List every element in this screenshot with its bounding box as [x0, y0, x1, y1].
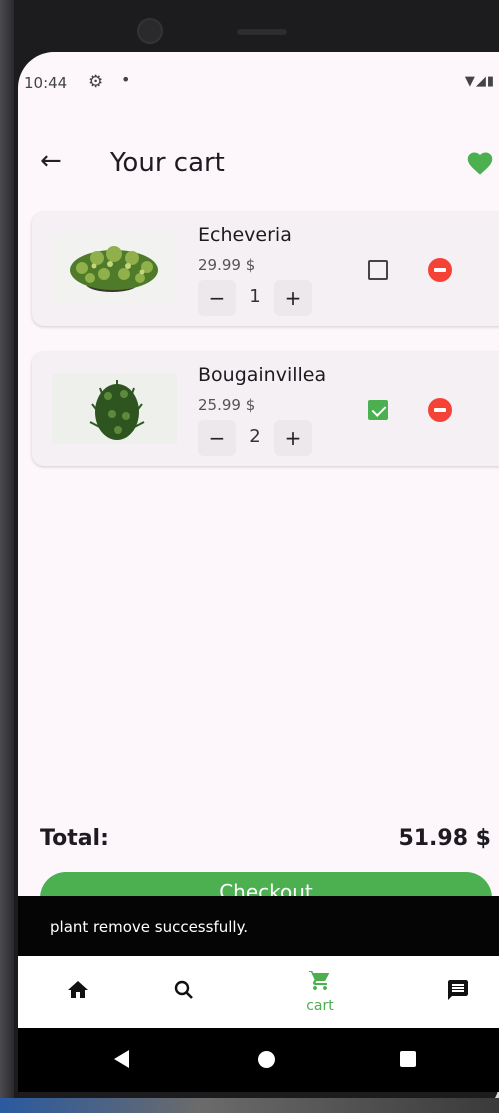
bottom-navigation: cart: [18, 956, 499, 1028]
plant-price: 25.99 $: [198, 396, 256, 414]
quantity-value: 2: [249, 426, 261, 447]
phone-edge: [0, 0, 14, 1113]
quantity-value: 1: [249, 286, 261, 307]
home-icon: [68, 981, 88, 998]
search-icon: [174, 980, 193, 999]
nav-home[interactable]: [58, 956, 98, 1028]
snackbar: plant remove successfully.: [18, 896, 499, 956]
cart-item-card: Echeveria 29.99 $ − 1 +: [32, 212, 499, 326]
plant-price: 29.99 $: [198, 256, 256, 274]
nav-messages[interactable]: [438, 956, 478, 1028]
desktop-taskbar-strip: [0, 1098, 499, 1113]
select-item-checkbox[interactable]: [368, 400, 388, 420]
earpiece-speaker: [237, 29, 287, 35]
back-arrow-icon[interactable]: ←: [40, 146, 62, 176]
favorite-heart-icon[interactable]: [466, 150, 494, 176]
nav-search[interactable]: [164, 956, 204, 1028]
increase-quantity-button[interactable]: +: [274, 280, 312, 316]
shopping-cart-icon: [309, 970, 330, 990]
nav-cart[interactable]: cart: [298, 956, 342, 1028]
plant-name: Echeveria: [198, 224, 292, 246]
cart-item-card: Bougainvillea 25.99 $ − 2 +: [32, 352, 499, 466]
chat-icon: [448, 980, 468, 1000]
bougainvillea-image: [52, 374, 177, 444]
remove-item-icon[interactable]: [428, 398, 452, 422]
system-navigation-bar: [18, 1028, 499, 1092]
plant-name: Bougainvillea: [198, 364, 327, 386]
decrease-quantity-button[interactable]: −: [198, 420, 236, 456]
app-bar: ← Your cart: [18, 140, 499, 190]
system-home-icon[interactable]: [258, 1051, 275, 1068]
nav-cart-label: cart: [306, 998, 334, 1014]
status-time: 10:44: [24, 74, 68, 92]
system-back-icon[interactable]: [114, 1050, 129, 1068]
front-camera: [137, 18, 163, 44]
remove-item-icon[interactable]: [428, 258, 452, 282]
echeveria-image: [52, 234, 177, 304]
decrease-quantity-button[interactable]: −: [198, 280, 236, 316]
snackbar-message: plant remove successfully.: [50, 918, 249, 936]
total-label: Total:: [40, 826, 109, 851]
phone-screen: 10:44 ⚙ • ▼◢▮ ← Your cart Echeveria 29.9…: [18, 52, 499, 1092]
notification-dot-icon: •: [121, 70, 131, 89]
system-recents-icon[interactable]: [400, 1051, 416, 1067]
select-item-checkbox[interactable]: [368, 260, 388, 280]
status-bar: 10:44 ⚙ • ▼◢▮: [18, 70, 499, 98]
total-value: 51.98 $: [398, 826, 491, 851]
page-title: Your cart: [110, 148, 225, 178]
settings-gear-icon: ⚙: [88, 72, 104, 92]
increase-quantity-button[interactable]: +: [274, 420, 312, 456]
signal-battery-icons: ▼◢▮: [464, 74, 495, 89]
